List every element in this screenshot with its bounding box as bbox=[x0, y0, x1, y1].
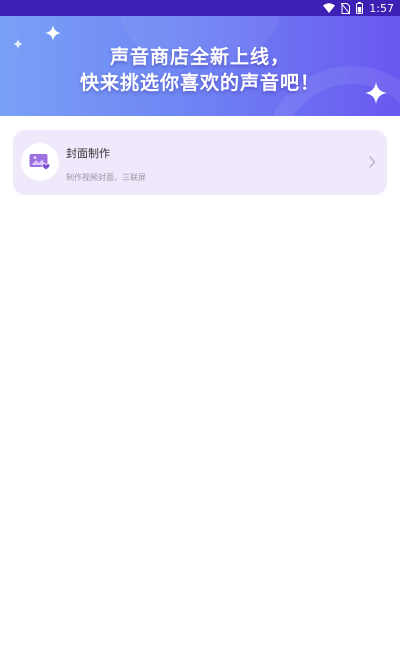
card-title: 封面制作 bbox=[66, 147, 110, 160]
chevron-right-icon[interactable] bbox=[367, 154, 377, 170]
no-sim-icon bbox=[341, 2, 351, 14]
battery-icon bbox=[356, 2, 364, 14]
card-description: 制作视频封面、三联屏 bbox=[66, 173, 146, 182]
cover-making-card[interactable]: 封面制作 制作视频封面、三联屏 bbox=[13, 130, 387, 195]
cover-image-icon bbox=[29, 154, 51, 171]
wifi-icon bbox=[323, 3, 336, 13]
banner-line-2: 快来挑选你喜欢的声音吧！ bbox=[79, 72, 320, 94]
promo-banner[interactable]: 声音商店全新上线， 快来挑选你喜欢的声音吧！ bbox=[0, 16, 400, 116]
sparkle-icon bbox=[45, 25, 61, 41]
banner-headline: 声音商店全新上线， 快来挑选你喜欢的声音吧！ bbox=[0, 44, 400, 96]
status-bar: 1:57 bbox=[0, 0, 400, 16]
cover-icon-container bbox=[21, 143, 59, 181]
status-time: 1:57 bbox=[369, 1, 394, 15]
banner-line-1: 声音商店全新上线， bbox=[109, 46, 290, 68]
